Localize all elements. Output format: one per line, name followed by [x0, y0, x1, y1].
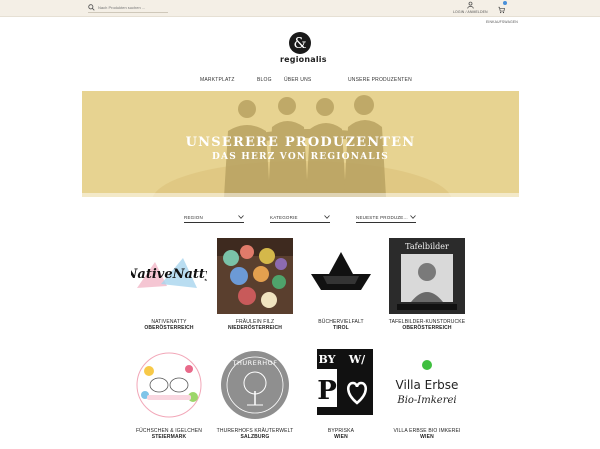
producer-card[interactable]: Villa Erbse Bio-Imkerei VILLA ERBSE BIO …	[382, 347, 472, 440]
producer-card[interactable]: BY W/ P BYPRISKA WIEN	[296, 347, 386, 440]
nativenatty-logo-text: NativeNatty	[131, 267, 207, 282]
thurerhof-logo: THURERHOF	[221, 351, 289, 419]
logo-mark: &	[289, 32, 311, 54]
filter-kategorie-label: KATEGORIE	[270, 214, 298, 220]
producer-logo: THURERHOF	[217, 347, 293, 423]
producer-card[interactable]: FÜCHSCHEN & IGELCHEN STEIERMARK	[124, 347, 214, 440]
villa-erbse-logo: Villa Erbse Bio-Imkerei	[396, 360, 459, 406]
producer-region: NIEDERÖSTERREICH	[227, 325, 283, 331]
chevron-down-icon	[410, 215, 416, 219]
cart-icon-wrap	[498, 1, 508, 19]
thurerhof-logo-text: THURERHOF	[232, 359, 278, 367]
producer-region: WIEN	[334, 434, 348, 440]
fuechschen-igelchen-logo	[136, 352, 202, 418]
site-logo[interactable]: & regionalis	[280, 32, 327, 64]
producer-region: OBERÖSTERREICH	[402, 325, 452, 331]
nav-marktplatz[interactable]: MARKTPLATZ	[200, 77, 235, 83]
filter-region-label: REGION	[184, 214, 203, 220]
felt-coasters-photo	[217, 238, 293, 314]
producer-region: SALZBURG	[240, 434, 270, 440]
producer-logo: Villa Erbse Bio-Imkerei	[389, 347, 465, 423]
account-link[interactable]: LOGIN / ANMELDEN	[453, 1, 488, 14]
cart-count-badge	[503, 1, 508, 5]
producer-card[interactable]: BÜCHERVIELFALT TIROL	[296, 238, 386, 331]
producer-card[interactable]: Tafelbilder TAFELBILDER-KUNSTDRUCKE OBER…	[382, 238, 472, 331]
search-bar[interactable]	[88, 3, 168, 13]
nativenatty-logo: NativeNatty	[125, 258, 214, 288]
hero-subtitle: DAS HERZ VON REGIONALIS	[212, 152, 389, 162]
nav-ueber-uns[interactable]: ÜBER UNS	[284, 77, 311, 83]
svg-text:BY: BY	[319, 353, 336, 366]
chevron-down-icon	[324, 215, 330, 219]
tafelbilder-logo-text: Tafelbilder	[405, 242, 449, 251]
producer-region: WIEN	[420, 434, 434, 440]
filter-region[interactable]: REGION	[184, 212, 244, 223]
filter-sortierung[interactable]: NEUESTE PRODUZE...	[356, 212, 416, 223]
paper-boat-logo	[311, 252, 371, 290]
search-icon[interactable]	[88, 4, 95, 11]
hero-banner: UNSERERE PRODUZENTEN DAS HERZ VON REGION…	[82, 91, 519, 197]
producer-logo: BY W/ P	[303, 347, 379, 423]
byprisca-logo: BY W/ P	[317, 349, 373, 415]
producer-logo	[303, 238, 379, 314]
user-icon	[467, 1, 474, 9]
producer-card[interactable]: FRÄULEIN FILZ NIEDERÖSTERREICH	[210, 238, 300, 331]
filter-kategorie[interactable]: KATEGORIE	[270, 212, 330, 223]
hero-title: UNSERERE PRODUZENTEN	[185, 135, 416, 150]
producer-region: TIROL	[333, 325, 349, 331]
top-bar: LOGIN / ANMELDEN EINKAUFSWAGEN	[0, 0, 600, 24]
account-label: LOGIN / ANMELDEN	[453, 10, 488, 14]
svg-text:W/: W/	[348, 353, 366, 366]
nav-unsere-produzenten[interactable]: UNSERE PRODUZENTEN	[348, 77, 412, 83]
tafelbilder-logo: Tafelbilder	[389, 238, 465, 314]
villa-erbse-logo-text: Villa Erbse	[396, 378, 459, 392]
producer-logo: NativeNatty	[125, 238, 214, 314]
producer-region: STEIERMARK	[151, 434, 187, 440]
producer-region: OBERÖSTERREICH	[144, 325, 194, 331]
producer-card[interactable]: THURERHOF THURERHOFS KRÄUTERWELT SALZBUR…	[210, 347, 300, 440]
search-input[interactable]	[98, 5, 168, 10]
svg-text:P: P	[317, 376, 337, 406]
cart-link[interactable]: EINKAUFSWAGEN	[486, 1, 518, 24]
producer-photo	[217, 238, 293, 314]
producer-card[interactable]: NativeNatty NATIVENATTY OBERÖSTERREICH	[124, 238, 214, 331]
logo-text: regionalis	[280, 55, 327, 64]
main-nav: MARKTPLATZ BLOG ÜBER UNS UNSERE PRODUZEN…	[0, 77, 600, 85]
cart-icon	[498, 6, 506, 14]
filter-sortierung-label: NEUESTE PRODUZE...	[356, 214, 408, 220]
chevron-down-icon	[238, 215, 244, 219]
bio-imkerei-logo-text: Bio-Imkerei	[396, 395, 456, 406]
cart-label: EINKAUFSWAGEN	[486, 20, 518, 24]
nav-blog[interactable]: BLOG	[257, 77, 272, 83]
producer-logo: Tafelbilder	[389, 238, 465, 314]
producer-logo	[131, 347, 207, 423]
